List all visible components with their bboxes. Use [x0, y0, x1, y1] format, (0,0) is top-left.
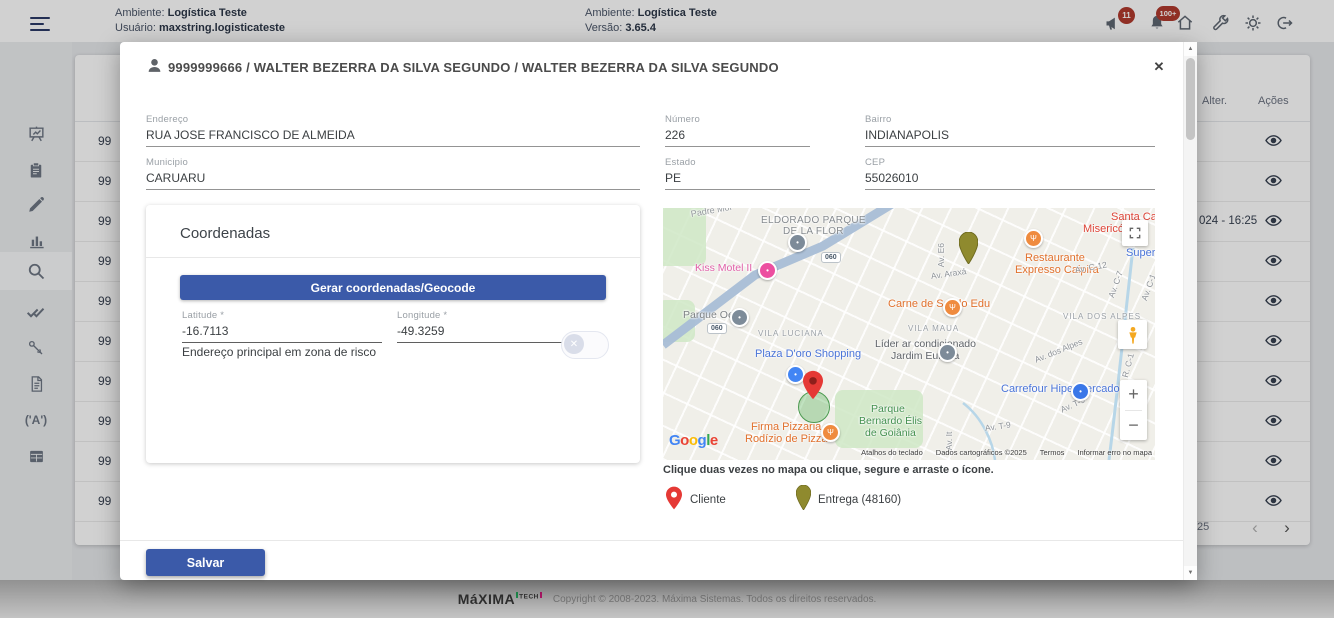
endereco-field: Endereço [146, 114, 640, 147]
latitude-field: Latitude * [182, 310, 382, 343]
save-button[interactable]: Salvar [146, 549, 265, 576]
risk-zone-label: Endereço principal em zona de risco [182, 345, 376, 359]
map-label: Bernardo Élis [859, 416, 922, 427]
map-label: Kiss Motel II [695, 263, 752, 274]
map-label: Rodízio de Pizzas [745, 434, 833, 445]
cep-field: CEP [865, 157, 1155, 190]
modal-scrollbar: ▲ ▼ [1183, 42, 1197, 580]
estado-label: Estado [665, 157, 810, 168]
geocode-button[interactable]: Gerar coordenadas/Geocode [180, 275, 606, 300]
divider [120, 540, 1183, 541]
fullscreen-button[interactable] [1122, 220, 1148, 246]
route-badge: 060 [707, 323, 727, 334]
google-logo[interactable]: Google [669, 432, 718, 449]
map-label: Líder ar condicionado [875, 339, 976, 350]
endereco-label: Endereço [146, 114, 640, 125]
legend-entrega-label: Entrega (48160) [818, 494, 901, 506]
map-attribution: Atalhos do teclado Dados cartográficos ©… [861, 448, 1152, 457]
scroll-down-icon[interactable]: ▼ [1184, 566, 1197, 580]
toggle-x-icon: ✕ [564, 334, 584, 354]
estado-input[interactable] [665, 168, 810, 190]
zoom-in-button[interactable]: + [1120, 380, 1147, 410]
scroll-up-icon[interactable]: ▲ [1184, 42, 1197, 56]
scrollbar-thumb[interactable] [1186, 58, 1195, 140]
legend-cliente-label: Cliente [690, 494, 726, 506]
poi-icon[interactable]: • [938, 343, 957, 362]
coordenadas-title: Coordenadas [180, 225, 270, 242]
customer-address-modal: 9999999666 / WALTER BEZERRA DA SILVA SEG… [120, 42, 1196, 580]
poi-icon[interactable]: • [1071, 382, 1090, 401]
numero-field: Número [665, 114, 810, 147]
map-label: VILA LUCIANA [758, 330, 824, 338]
municipio-input[interactable] [146, 168, 640, 190]
cep-label: CEP [865, 157, 1155, 168]
map-label: Restaurante [1025, 253, 1085, 264]
zoom-out-button[interactable]: − [1120, 411, 1147, 441]
poi-icon[interactable]: Ψ [821, 423, 840, 442]
latitude-input[interactable] [182, 321, 382, 343]
map-label: de Goiânia [865, 428, 916, 439]
attribution-report[interactable]: Informar erro no mapa [1077, 448, 1152, 457]
map-label: Firma Pizzaria [751, 422, 821, 433]
numero-input[interactable] [665, 125, 810, 147]
map-label: VILA MAUA [908, 325, 959, 333]
map-label: Supermer [1126, 248, 1155, 259]
latitude-label: Latitude * [182, 310, 382, 321]
longitude-label: Longitude * [397, 310, 606, 321]
modal-title: 9999999666 / WALTER BEZERRA DA SILVA SEG… [168, 60, 779, 75]
poi-icon[interactable]: Ψ [1024, 229, 1043, 248]
poi-icon[interactable]: Ψ [943, 298, 962, 317]
legend-cliente-pin-icon [666, 486, 682, 510]
screen: Ambiente: Logística Teste Usuário: maxst… [0, 0, 1334, 618]
numero-label: Número [665, 114, 810, 125]
attribution-data[interactable]: Dados cartográficos ©2025 [936, 448, 1027, 457]
map-label: Plaza D'oro Shopping [755, 349, 861, 360]
coordenadas-card: Coordenadas Gerar coordenadas/Geocode La… [146, 205, 640, 463]
map-label: Carne de Sol do Edu [888, 299, 990, 310]
municipio-label: Municipio [146, 157, 640, 168]
legend-entrega-pin-icon [796, 485, 811, 510]
poi-icon[interactable]: • [758, 261, 777, 280]
map-label: ELDORADO PARQUE [761, 216, 866, 226]
person-icon [146, 57, 163, 74]
entrega-pin-icon[interactable] [959, 232, 978, 264]
google-map[interactable]: Padre MorELDORADO PARQUEDE LA FLORKiss M… [663, 208, 1155, 460]
map-label: Parque [871, 404, 905, 415]
poi-icon[interactable]: • [788, 233, 807, 252]
map-label: Carrefour Hipermercado [1001, 384, 1120, 395]
attribution-terms[interactable]: Termos [1040, 448, 1065, 457]
bairro-field: Bairro [865, 114, 1155, 147]
cep-input[interactable] [865, 168, 1155, 190]
attribution-keyboard[interactable]: Atalhos do teclado [861, 448, 923, 457]
pegman-icon[interactable] [1118, 320, 1147, 349]
zoom-control: + − [1120, 380, 1147, 440]
municipio-field: Municipio [146, 157, 640, 190]
endereco-input[interactable] [146, 125, 640, 147]
bairro-input[interactable] [865, 125, 1155, 147]
route-badge: 060 [821, 252, 841, 263]
risk-zone-toggle[interactable]: ✕ [561, 331, 609, 359]
map-label: Av. E6 [937, 243, 946, 267]
cliente-pin-icon[interactable] [803, 370, 823, 400]
estado-field: Estado [665, 157, 810, 190]
map-hint: Clique duas vezes no mapa ou clique, seg… [663, 464, 994, 476]
bairro-label: Bairro [865, 114, 1155, 125]
divider [146, 257, 640, 258]
poi-icon[interactable]: • [730, 308, 749, 327]
close-icon[interactable]: ✕ [1148, 56, 1170, 78]
